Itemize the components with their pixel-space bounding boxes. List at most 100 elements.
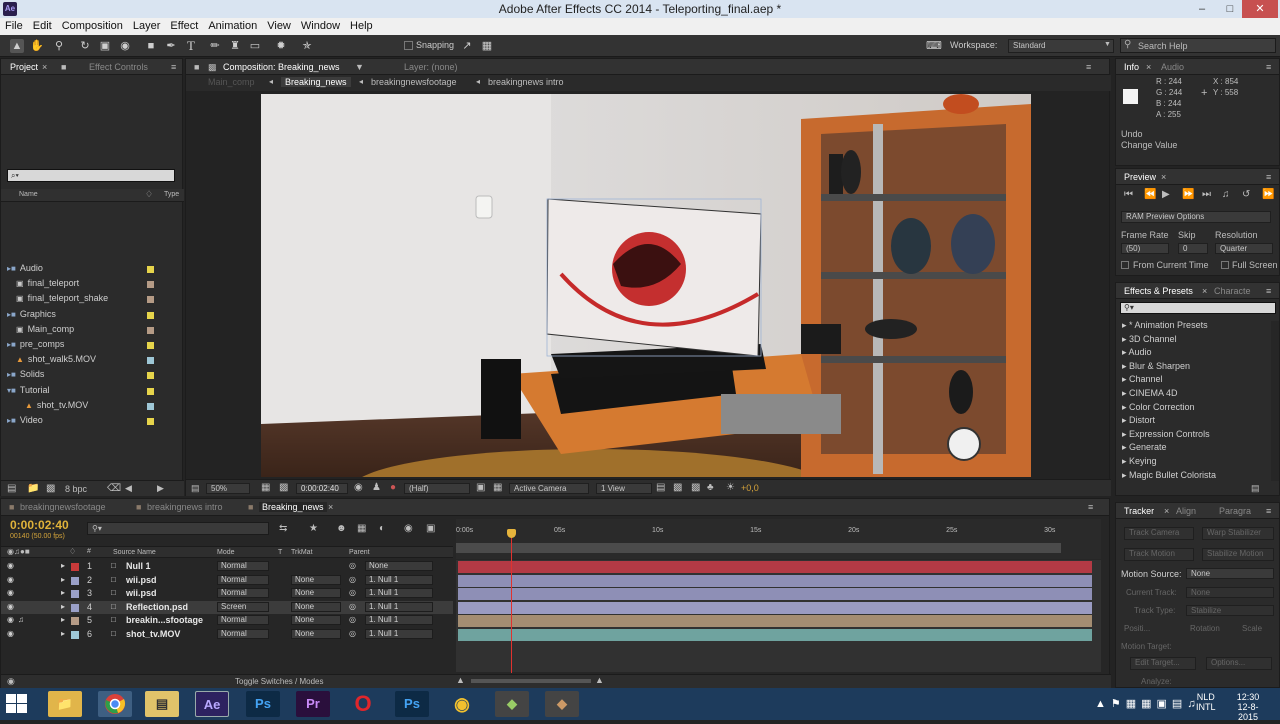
track-camera-button[interactable]: Track Camera — [1124, 527, 1194, 540]
project-item[interactable]: ▣ final_teleport — [16, 278, 79, 291]
layer-row[interactable]: ◉ ▸ 3 □ wii.psd Normal None ◎ 1. Null 1 — [1, 587, 453, 600]
layer-expand-icon[interactable]: ▸ — [61, 575, 65, 584]
transparency-grid-icon[interactable]: ▦ — [493, 482, 502, 493]
label-color-swatch[interactable] — [147, 372, 154, 380]
photoshop-taskbar-icon[interactable]: Ps — [246, 691, 280, 717]
effect-category[interactable]: ▸ Color Correction — [1122, 402, 1195, 413]
position-checkbox-label[interactable]: Positi... — [1124, 624, 1150, 633]
effect-category[interactable]: ▸ Magic Bullet Colorista — [1122, 470, 1216, 481]
resolution-select[interactable]: (Half) — [404, 483, 470, 494]
menu-item-composition[interactable]: Composition — [57, 18, 128, 32]
layer-trkmat-select[interactable]: None — [291, 588, 341, 598]
pickwhip-icon[interactable]: ◎ — [349, 588, 356, 597]
tool-app-icon[interactable]: ◆ — [495, 691, 529, 717]
scroll-right-icon[interactable]: ▶ — [157, 483, 164, 494]
toggle-switches-modes[interactable]: Toggle Switches / Modes — [235, 677, 324, 686]
layer-mode-select[interactable]: Normal — [217, 561, 269, 571]
layer-row[interactable]: ◉ ♫ ▸ 5 □ breakin...sfootage Normal None ◎ 1. Nul… — [1, 614, 453, 627]
region-of-interest-icon[interactable]: ▣ — [476, 482, 485, 493]
effect-category[interactable]: ▸ Expression Controls — [1122, 429, 1210, 440]
track-type-select[interactable]: Stabilize — [1186, 605, 1274, 616]
layer-label-swatch[interactable] — [71, 603, 79, 612]
tab-tracker[interactable]: Tracker — [1124, 506, 1154, 516]
tab-layer[interactable]: Layer: (none) — [404, 62, 458, 72]
language-indicator[interactable]: NLD INTL — [1196, 692, 1216, 712]
zoom-select[interactable]: 50% — [206, 483, 250, 494]
eraser-tool-icon[interactable]: ▭ — [248, 39, 262, 53]
work-area-bar[interactable] — [456, 543, 1061, 553]
layer-duration-bar[interactable] — [458, 588, 1092, 600]
audio-toggle-icon[interactable]: ♫ — [18, 615, 24, 624]
label-color-swatch[interactable] — [147, 342, 154, 349]
brush-tool-icon[interactable]: ✏ — [208, 39, 222, 53]
current-time-field[interactable]: 0:00:02:40 — [296, 483, 348, 494]
camera-select[interactable]: Active Camera — [509, 483, 589, 494]
audio-icon[interactable]: ♫ — [1222, 189, 1230, 200]
draft-3d-icon[interactable]: ★ — [309, 523, 318, 534]
zoom-in-icon[interactable]: ▲ — [595, 675, 604, 685]
last-frame-icon[interactable]: ⏭ — [1202, 189, 1211, 200]
tab-character[interactable]: Characte — [1214, 286, 1251, 296]
timeline-tab[interactable]: Breaking_news — [259, 502, 327, 512]
tab-audio[interactable]: Audio — [1161, 62, 1184, 72]
exposure-icon[interactable]: ☀ — [726, 482, 735, 493]
layer-expand-icon[interactable]: ▸ — [61, 588, 65, 597]
layer-duration-bar[interactable] — [458, 574, 1092, 587]
effect-category[interactable]: ▸ Audio — [1122, 347, 1152, 358]
full-screen-checkbox[interactable] — [1221, 261, 1229, 269]
comp-panel-lock-icon[interactable]: ■ — [194, 62, 199, 72]
layer-row[interactable]: ◉ ▸ 4 □ Reflection.psd Screen None ◎ 1. Null 1 — [1, 600, 453, 614]
tab-align[interactable]: Align — [1176, 506, 1196, 516]
layer-trkmat-select[interactable]: None — [291, 628, 341, 639]
project-item[interactable]: ▸■ pre_comps — [7, 339, 64, 352]
effect-category[interactable]: ▸ 3D Channel — [1122, 334, 1177, 345]
project-item[interactable]: ▸■ Video — [7, 415, 43, 428]
flowchart-icon[interactable]: ♣ — [707, 482, 714, 493]
shy-layers-icon[interactable]: ☻ — [336, 523, 347, 534]
zoom-slider[interactable] — [471, 679, 591, 683]
timeline-icon[interactable]: ▩ — [691, 482, 700, 493]
rotate-tool-icon[interactable]: ↻ — [78, 39, 92, 53]
layer-expand-icon[interactable]: ▸ — [61, 615, 65, 624]
warp-stabilizer-button[interactable]: Warp Stabilizer — [1202, 527, 1274, 540]
tab-info[interactable]: Info — [1124, 62, 1139, 72]
snap-grid-icon[interactable]: ▦ — [480, 39, 494, 53]
layer-source-name[interactable]: wii.psd — [126, 588, 157, 598]
col-trkmat[interactable]: TrkMat — [291, 549, 313, 556]
label-color-swatch[interactable] — [147, 326, 154, 334]
breadcrumb-1[interactable]: Breaking_news — [281, 77, 351, 87]
tab-effect-controls[interactable]: Effect Controls — [89, 62, 148, 72]
stabilize-motion-button[interactable]: Stabilize Motion — [1202, 548, 1274, 561]
tab-effects-presets[interactable]: Effects & Presets — [1124, 286, 1193, 296]
col-source-name[interactable]: Source Name — [113, 549, 156, 556]
timeline-menu-icon[interactable]: ≡ — [1088, 502, 1093, 512]
menu-item-help[interactable]: Help — [345, 18, 378, 32]
pickwhip-icon[interactable]: ◎ — [349, 602, 356, 611]
layer-row[interactable]: ◉ ▸ 1 □ Null 1 Normal ◎ None — [1, 560, 453, 573]
tool-app2-icon[interactable]: ◆ — [545, 691, 579, 717]
layer-expand-icon[interactable]: ▸ — [61, 602, 65, 611]
layer-trkmat-select[interactable]: None — [291, 601, 341, 612]
track-motion-button[interactable]: Track Motion — [1124, 548, 1194, 561]
search-help-field[interactable]: ⚲ Search Help — [1120, 38, 1276, 53]
grid-guide-icon[interactable]: ▦ — [261, 482, 270, 493]
info-menu-icon[interactable]: ≡ — [1266, 62, 1271, 72]
label-color-swatch[interactable] — [147, 311, 154, 319]
effect-category[interactable]: ▸ Keying — [1122, 456, 1157, 467]
comp-panel-menu-icon[interactable]: ≡ — [1086, 62, 1091, 72]
tracker-close-icon[interactable]: × — [1164, 506, 1169, 516]
tab-project[interactable]: Project — [10, 62, 38, 72]
clock[interactable]: 12:30 12-8-2015 — [1228, 692, 1268, 722]
layer-label-swatch[interactable] — [71, 576, 79, 585]
col-parent[interactable]: Parent — [349, 549, 370, 556]
video-visibility-icon[interactable]: ◉ — [7, 629, 14, 638]
effect-category[interactable]: ▸ Channel — [1122, 374, 1163, 385]
layer-expand-icon[interactable]: ▸ — [61, 629, 65, 638]
pen-tool-icon[interactable]: ✒ — [164, 39, 178, 53]
layer-row[interactable]: ◉ ▸ 6 □ shot_tv.MOV Normal None ◎ 1. Null 1 — [1, 628, 453, 641]
layer-parent-select[interactable]: 1. Null 1 — [365, 574, 433, 585]
layer-trkmat-select[interactable]: None — [291, 574, 341, 585]
label-color-swatch[interactable] — [147, 402, 154, 410]
breadcrumb-2[interactable]: breakingnewsfootage — [371, 77, 457, 87]
tab-paragraph[interactable]: Paragra — [1219, 506, 1251, 516]
